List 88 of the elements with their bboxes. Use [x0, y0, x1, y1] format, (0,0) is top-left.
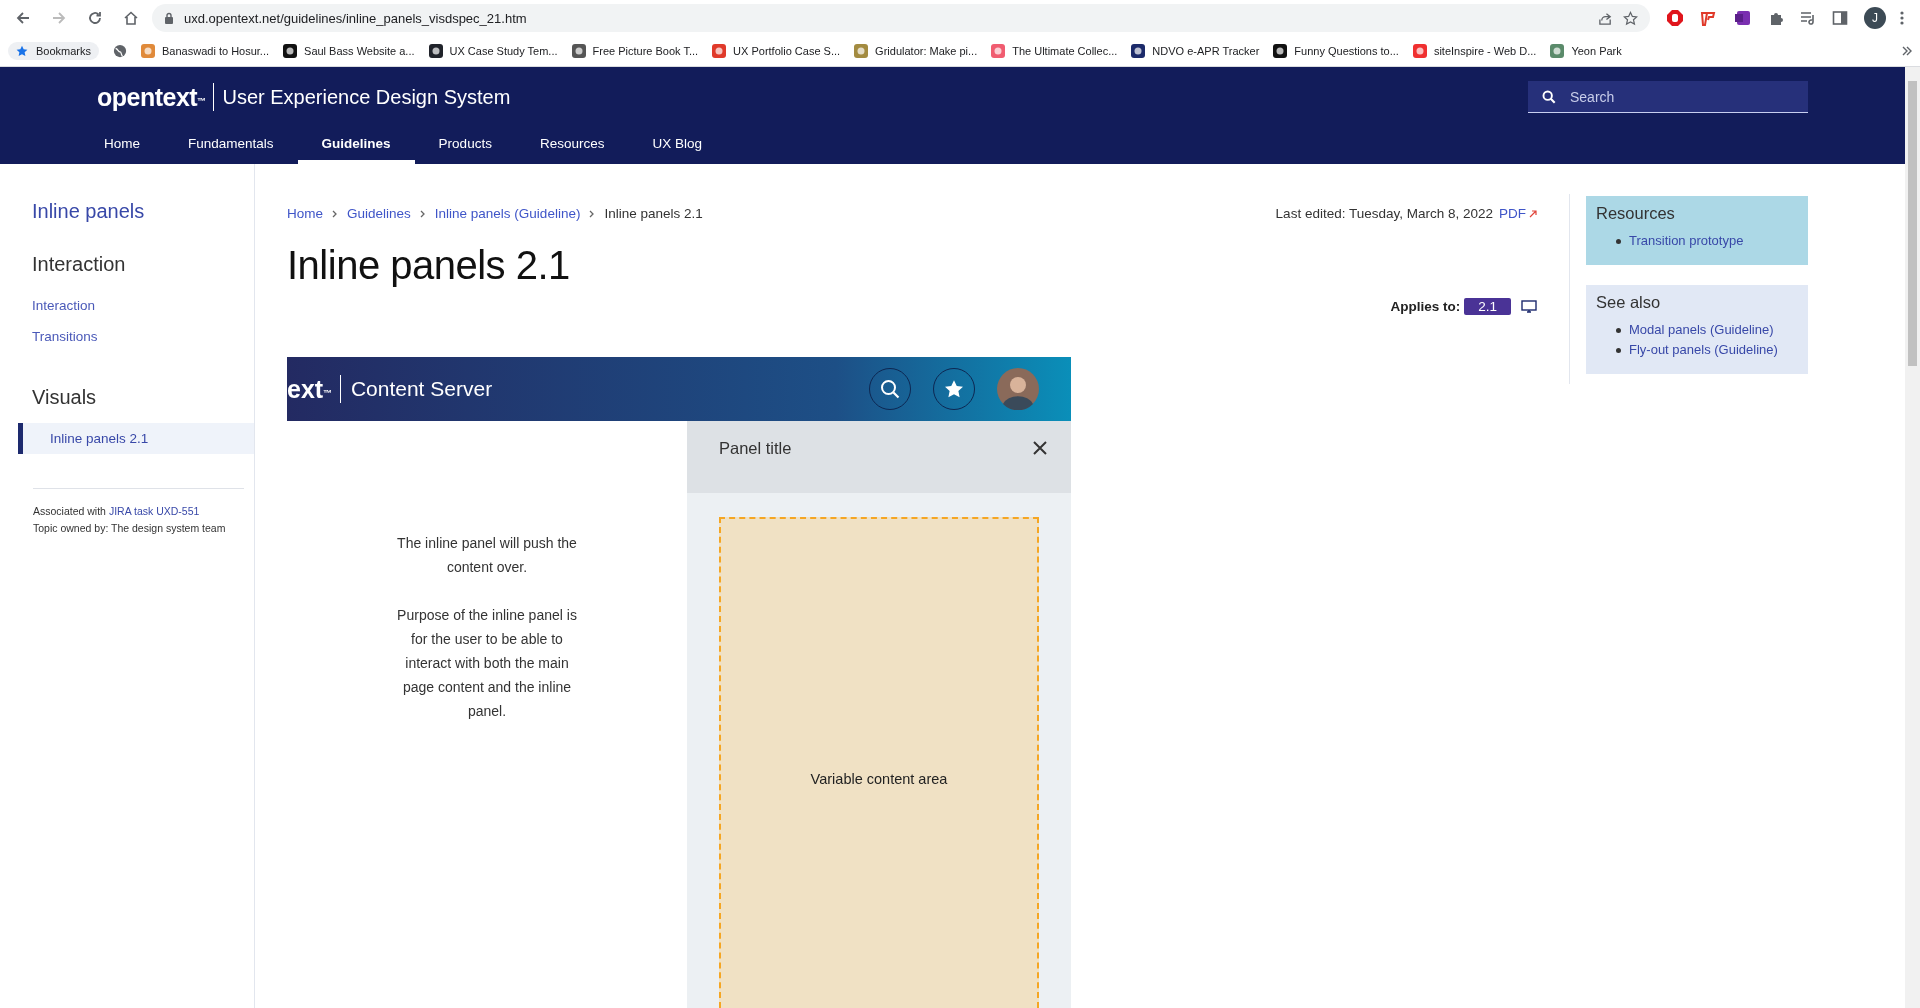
favicon-icon	[1131, 44, 1146, 58]
owner-note: Topic owned by: The design system team	[33, 521, 227, 536]
chevron-icon	[331, 209, 339, 218]
resource-link[interactable]: Modal panels (Guideline)	[1629, 320, 1774, 340]
search-field[interactable]: Search	[1528, 81, 1808, 113]
bookmark-item[interactable]: Gridulator: Make pi...	[854, 44, 978, 58]
nav-tab[interactable]: Fundamentals	[164, 127, 298, 164]
lock-icon	[164, 12, 174, 24]
favicon-icon	[1550, 44, 1565, 58]
version-badge: 2.1	[1464, 298, 1511, 315]
profile-avatar[interactable]: J	[1864, 7, 1886, 29]
description-paragraph: The inline panel will push the content over.	[396, 534, 578, 577]
bullet-icon	[1616, 238, 1621, 244]
breadcrumb-link[interactable]: Inline panels (Guideline)	[434, 206, 581, 221]
external-link-icon	[1529, 209, 1537, 218]
content-area-label: Variable content area	[810, 770, 948, 787]
sidebar-heading: Visuals	[32, 386, 98, 409]
bookmarks-button[interactable]: Bookmarks	[8, 42, 100, 60]
favicon-icon	[571, 44, 586, 58]
favicon-icon	[854, 44, 869, 58]
favicon-icon	[141, 44, 156, 58]
extension-icon[interactable]	[1700, 9, 1718, 27]
site-title: User Experience Design System	[221, 85, 512, 109]
resource-link[interactable]: Transition prototype	[1629, 231, 1744, 251]
nav-tab[interactable]: Resources	[515, 127, 629, 164]
bookmark-item[interactable]: Free Picture Book T...	[571, 44, 699, 58]
sidebar-heading: Interaction	[32, 253, 127, 276]
star-icon	[16, 45, 28, 57]
breadcrumb-link[interactable]: Home	[287, 206, 323, 221]
sidebar-item[interactable]: Inline panels 2.1	[18, 423, 254, 454]
menu-icon[interactable]	[1900, 10, 1904, 26]
nav-tab[interactable]: UX Blog	[628, 127, 726, 164]
pdf-link[interactable]: PDF	[1499, 206, 1537, 221]
bullet-icon	[1616, 347, 1621, 353]
desktop-icon	[1521, 299, 1537, 314]
bullet-icon	[1616, 327, 1621, 333]
side-panel-icon[interactable]	[1832, 10, 1848, 26]
playlist-icon[interactable]	[1800, 10, 1816, 26]
bookmark-item[interactable]: Yeon Park	[1550, 44, 1622, 58]
bookmark-item[interactable]: siteInspire - Web D...	[1412, 44, 1537, 58]
sidebar-item[interactable]: Transitions	[0, 321, 254, 352]
globe-icon[interactable]	[113, 44, 128, 58]
nav-tab[interactable]: Products	[414, 127, 516, 164]
close-icon	[1031, 439, 1049, 457]
bookmark-item[interactable]: NDVO e-APR Tracker	[1131, 44, 1260, 58]
close-button[interactable]	[1031, 439, 1049, 457]
breadcrumb-link[interactable]: Inline panels 2.1	[604, 206, 703, 221]
chevron-icon[interactable]	[1902, 46, 1912, 56]
favicon-icon	[712, 44, 727, 58]
stop-sign-icon[interactable]	[1666, 9, 1684, 27]
resource-link[interactable]: Fly-out panels (Guideline)	[1629, 340, 1778, 360]
bookmark-item[interactable]: UX Portfolio Case S...	[712, 44, 841, 58]
product-name: Content Server	[349, 377, 494, 401]
bookmark-item[interactable]: The Ultimate Collec...	[991, 44, 1118, 58]
chevron-icon	[418, 209, 427, 218]
bookmark-item[interactable]: Funny Questions to...	[1273, 44, 1399, 58]
card-title: See also	[1596, 293, 1662, 312]
bookmark-item[interactable]: Banaswadi to Hosur...	[141, 44, 270, 58]
favicon-icon	[991, 44, 1006, 58]
page-title: Inline panels 2.1	[287, 243, 571, 288]
bookmark-item[interactable]: UX Case Study Tem...	[428, 44, 558, 58]
search-icon	[880, 379, 900, 399]
star-icon	[944, 379, 964, 399]
card-title: Resources	[1596, 204, 1676, 223]
favicon-icon	[428, 44, 443, 58]
user-avatar[interactable]	[997, 368, 1039, 410]
address-bar[interactable]: uxd.opentext.net/guidelines/inline_panels_visdspec_21.htm	[152, 4, 1650, 32]
sidebar-title[interactable]: Inline panels	[32, 200, 254, 223]
star-icon[interactable]	[1623, 10, 1638, 26]
breadcrumb-link[interactable]: Guidelines	[347, 206, 411, 221]
panel-title: Panel title	[719, 439, 793, 458]
favicon-icon	[283, 44, 298, 58]
nav-tab[interactable]: Guidelines	[297, 127, 415, 164]
association-note: Associated with JIRA task UXD-551	[33, 504, 201, 519]
search-icon	[1542, 90, 1556, 104]
notebook-icon[interactable]	[1734, 9, 1752, 27]
description-paragraph: Purpose of the inline panel is for the user to be able to interact with both the main page content and the inline panel.	[396, 606, 578, 721]
scrollbar-thumb[interactable]	[1908, 81, 1917, 366]
last-edited-text: Last edited: Tuesday, March 8, 2022	[1275, 206, 1493, 221]
favicon-icon	[1273, 44, 1288, 58]
applies-to-label: Applies to:	[1390, 299, 1461, 314]
jira-link[interactable]: JIRA task UXD-551	[108, 505, 200, 517]
favicon-icon	[1412, 44, 1427, 58]
nav-tab[interactable]: Home	[97, 127, 164, 164]
sidebar-item[interactable]: Interaction	[0, 290, 254, 321]
puzzle-icon[interactable]	[1768, 10, 1784, 26]
url-text: uxd.opentext.net/guidelines/inline_panels_visdspec_21.htm	[184, 10, 528, 26]
bookmark-item[interactable]: Saul Bass Website a...	[283, 44, 415, 58]
